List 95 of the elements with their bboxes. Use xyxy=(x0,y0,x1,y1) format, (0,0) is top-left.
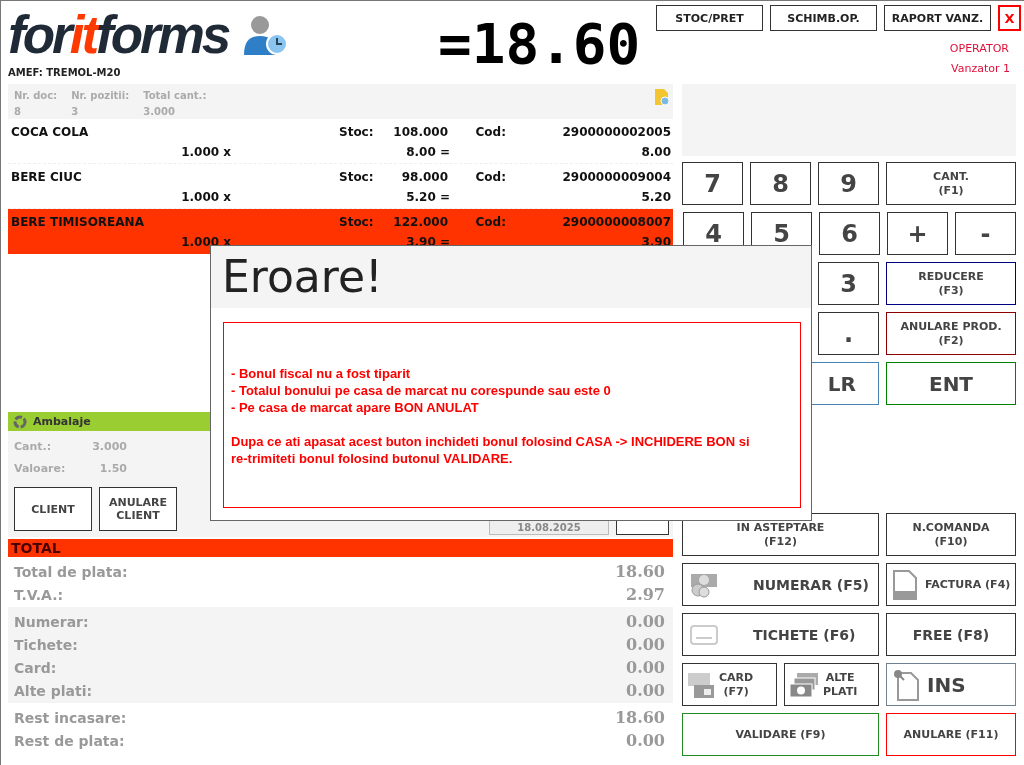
product-name: BERE CIUC xyxy=(11,170,83,184)
product-name: BERE TIMISOREANA xyxy=(11,215,145,229)
summary-label: Tichete: xyxy=(14,636,78,653)
document-pin-icon xyxy=(893,668,919,701)
function-button[interactable]: REDUCERE (F3) xyxy=(886,262,1016,305)
operator-label: OPERATOR xyxy=(949,42,1010,55)
field-value: 3.000 xyxy=(143,105,176,119)
quantity: 1.000 x xyxy=(180,145,231,159)
instruction-text: Dupa ce ati apasat acest buton inchideti bonul folosind CASA -> INCHIDERE BON si re-trimiteti bonul folosind butonul VALIDARE. xyxy=(231,433,751,467)
total-amount: =18.60 xyxy=(438,16,641,78)
field-label: Cant.: xyxy=(14,440,53,455)
close-button[interactable]: X xyxy=(998,5,1021,31)
toolbar-button[interactable]: STOC/PRET xyxy=(656,5,763,31)
keypad-key[interactable]: 7 xyxy=(682,162,743,205)
product-name: COCA COLA xyxy=(11,125,90,139)
summary-label: Numerar: xyxy=(14,613,89,630)
stock-label: Stoc: xyxy=(339,170,375,184)
function-button[interactable]: N.COMANDA (F10) xyxy=(886,513,1016,556)
function-button[interactable]: ALTE PLATI xyxy=(784,663,879,706)
field-value: 3 xyxy=(71,105,80,119)
code-label: Cod: xyxy=(474,170,506,184)
summary-label: Card: xyxy=(14,659,57,676)
summary-label: Alte plati: xyxy=(14,682,93,699)
client-button[interactable]: CLIENT xyxy=(14,487,92,531)
line-total: 5.20 xyxy=(640,190,671,204)
product-code: 2900000002005 xyxy=(561,125,671,139)
keypad-key[interactable]: + xyxy=(887,212,948,255)
field-label: Valoare: xyxy=(14,462,67,477)
logo: foritforms xyxy=(8,10,229,60)
device-label: AMEF: TREMOL-M20 xyxy=(8,67,122,78)
code-label: Cod: xyxy=(474,215,506,229)
summary-value: 0.00 xyxy=(626,635,665,654)
function-button[interactable]: FACTURA (F4) xyxy=(886,563,1016,606)
keypad-key[interactable]: - xyxy=(955,212,1016,255)
client-button[interactable]: ANULARE CLIENT xyxy=(99,487,177,531)
summary-value: 0.00 xyxy=(626,731,665,750)
field-value: 8 xyxy=(14,105,22,119)
summary-value: 2.97 xyxy=(626,585,665,604)
function-button[interactable]: FREE (F8) xyxy=(886,613,1016,656)
field-label: Nr. doc: xyxy=(14,89,58,103)
summary-label: Rest incasare: xyxy=(14,709,127,726)
stock-value: 108.000 xyxy=(392,125,448,139)
field-label: Nr. pozitii: xyxy=(71,89,130,103)
summary-value: 0.00 xyxy=(626,612,665,631)
keypad-key[interactable]: 9 xyxy=(818,162,879,205)
summary-value: 18.60 xyxy=(614,562,665,581)
function-button[interactable]: CARD (F7) xyxy=(682,663,777,706)
keypad-key[interactable]: 3 xyxy=(818,262,879,305)
unit-price: 8.00 = xyxy=(405,145,450,159)
error-message: - Bonul fiscal nu a fost tiparit xyxy=(231,365,412,382)
unit-price: 5.20 = xyxy=(405,190,450,204)
field-label: Total cant.: xyxy=(143,89,207,103)
summary-value: 0.00 xyxy=(626,658,665,677)
ticket-icon xyxy=(689,623,719,646)
summary-label: Total de plata: xyxy=(14,563,128,580)
stock-value: 98.000 xyxy=(400,170,448,184)
function-button[interactable]: TICHETE (F6) xyxy=(682,613,879,656)
section-title: Ambalaje xyxy=(33,415,91,428)
recycle-icon xyxy=(13,414,27,429)
total-header: TOTAL xyxy=(8,539,673,557)
product-code: 2900000008007 xyxy=(561,215,671,229)
function-button[interactable]: ANULARE PROD. (F2) xyxy=(886,312,1016,355)
product-code: 2900000009004 xyxy=(561,170,671,184)
stock-label: Stoc: xyxy=(339,215,375,229)
field-value: 1.50 xyxy=(98,462,127,477)
error-message: - Pe casa de marcat apare BON ANULAT xyxy=(231,399,480,416)
summary-label: Rest de plata: xyxy=(14,732,125,749)
line-total: 8.00 xyxy=(640,145,671,159)
cash-icon xyxy=(689,571,719,598)
function-button[interactable]: ANULARE (F11) xyxy=(886,713,1016,756)
toolbar-button[interactable]: SCHIMB.OP. xyxy=(770,5,877,31)
summary-value: 0.00 xyxy=(626,681,665,700)
toolbar-button[interactable]: RAPORT VANZ. xyxy=(884,5,991,31)
function-button[interactable]: INS xyxy=(886,663,1016,706)
banknotes-icon xyxy=(789,670,819,699)
item-row[interactable]: COCA COLA Stoc: 108.000 Cod: 2900000002005 1.000 x 8.00 = 8.00 xyxy=(8,119,673,164)
operator-name: Vanzator 1 xyxy=(951,62,1011,75)
card-icon xyxy=(687,670,715,699)
field-value: 3.000 xyxy=(91,440,127,455)
keypad-key[interactable]: 6 xyxy=(819,212,880,255)
function-button[interactable]: ENT xyxy=(886,362,1016,405)
error-message: - Totalul bonului pe casa de marcat nu corespunde sau este 0 xyxy=(231,382,612,399)
document-clock-icon xyxy=(654,88,670,106)
keypad-key[interactable]: . xyxy=(818,312,879,355)
stock-label: Stoc: xyxy=(339,125,375,139)
function-button[interactable]: NUMERAR (F5) xyxy=(682,563,879,606)
function-button[interactable]: CANT. (F1) xyxy=(886,162,1016,205)
summary-value: 18.60 xyxy=(614,708,665,727)
code-label: Cod: xyxy=(474,125,506,139)
keypad-key[interactable]: 8 xyxy=(750,162,811,205)
quantity: 1.000 x xyxy=(180,190,231,204)
invoice-icon xyxy=(893,569,917,600)
function-button[interactable]: VALIDARE (F9) xyxy=(682,713,879,756)
stock-value: 122.000 xyxy=(392,215,448,229)
summary-label: T.V.A.: xyxy=(14,586,64,603)
